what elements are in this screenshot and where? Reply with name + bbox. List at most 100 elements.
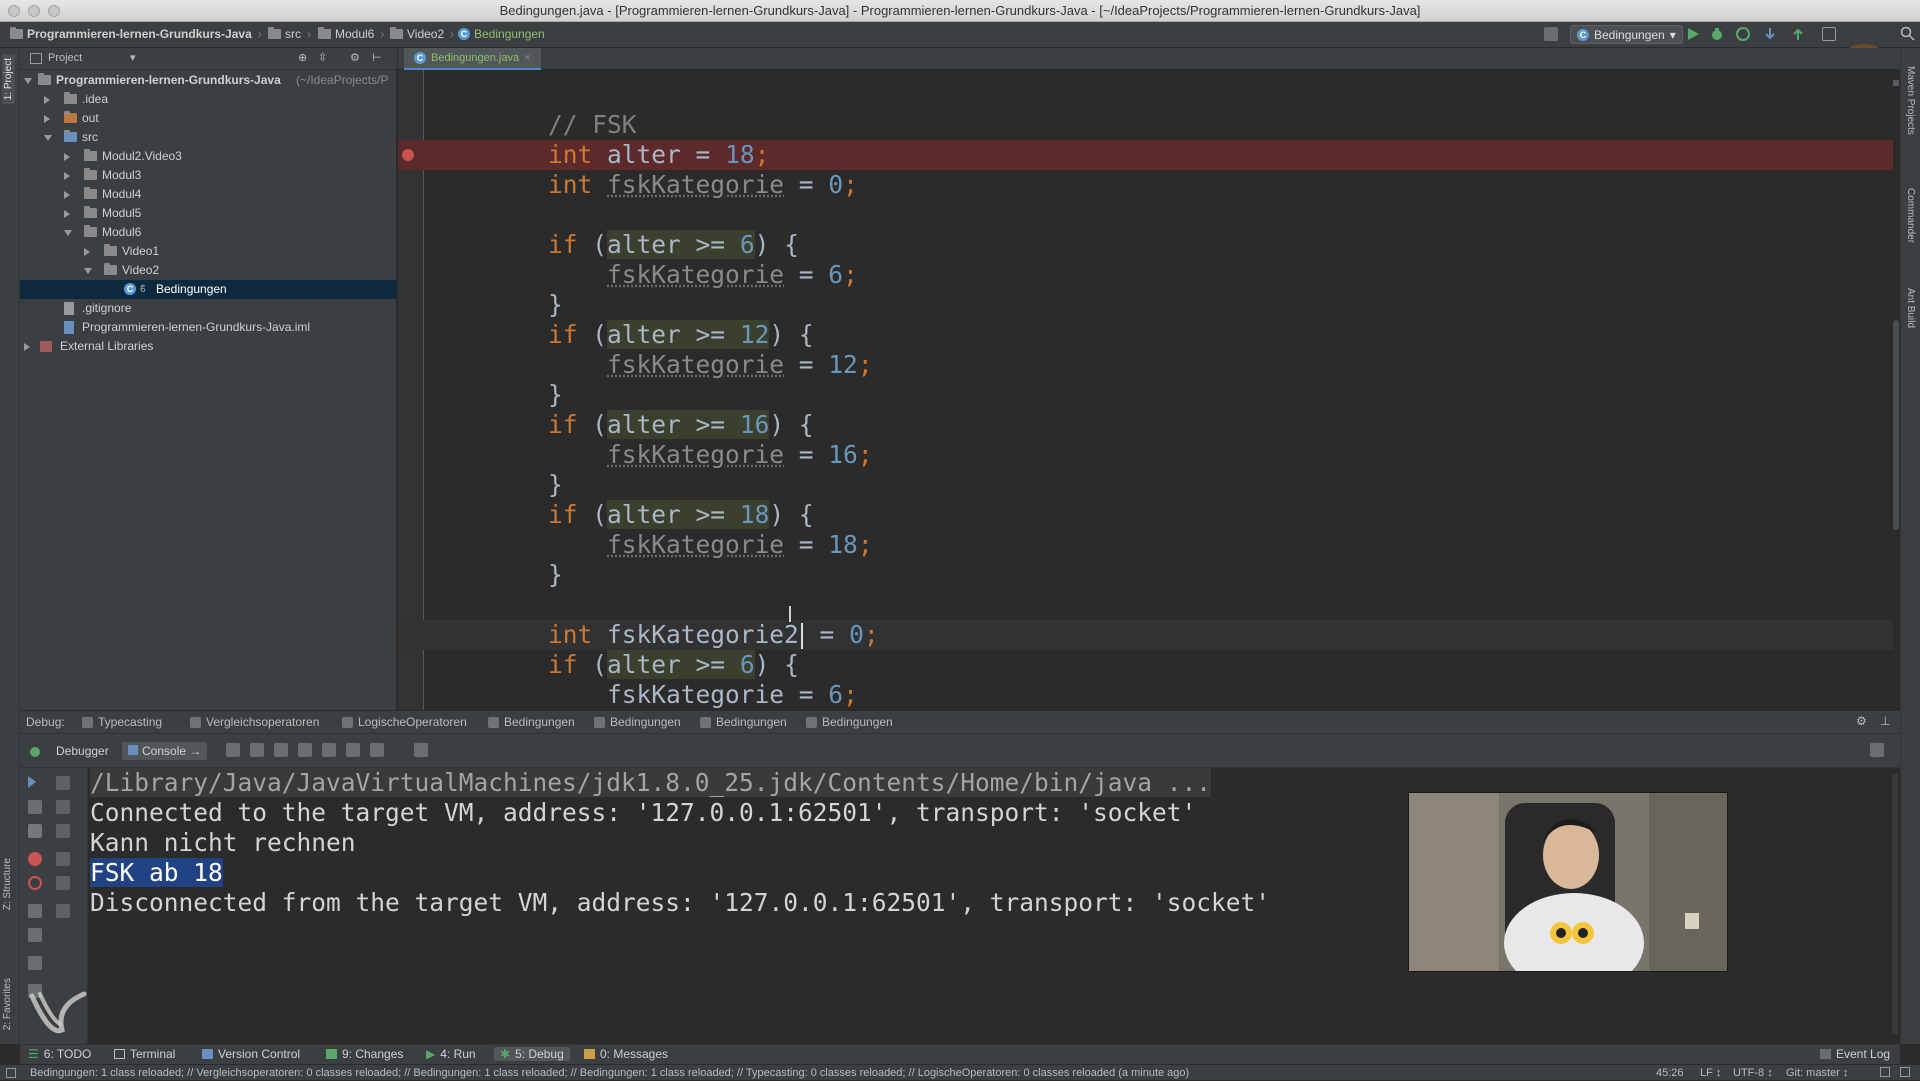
resume-icon[interactable]: [28, 776, 36, 788]
restore-layout-icon[interactable]: [1870, 743, 1884, 757]
chevron-down-icon[interactable]: ▾: [130, 51, 136, 64]
print-icon[interactable]: [56, 876, 70, 890]
breadcrumb-bedingungen[interactable]: C Bedingungen: [458, 27, 545, 41]
tree-item-modul2-video3[interactable]: Modul2.Video3: [20, 147, 397, 166]
breakpoint-icon[interactable]: [402, 149, 414, 161]
pin-icon[interactable]: [28, 956, 42, 970]
search-icon[interactable]: [1900, 26, 1916, 42]
project-view-selector[interactable]: Project: [48, 52, 82, 64]
view-breakpoints-icon[interactable]: [28, 852, 42, 866]
run-configuration-dropdown[interactable]: C Bedingungen ▾: [1570, 25, 1683, 44]
run-icon[interactable]: [1685, 26, 1701, 42]
settings-icon[interactable]: [28, 928, 42, 942]
tab-favorites-tool[interactable]: 2: Favorites: [2, 978, 13, 1030]
status-message[interactable]: Bedingungen: 1 class reloaded; // Vergle…: [30, 1065, 1189, 1081]
debug-tab-bedingungen-3[interactable]: Bedingungen: [700, 715, 787, 729]
tool-changes[interactable]: 9: Changes: [326, 1047, 403, 1061]
tab-maven-projects[interactable]: Maven Projects: [1905, 66, 1916, 135]
tab-debugger[interactable]: Debugger: [50, 742, 115, 760]
tab-project-tool[interactable]: 1: Project: [2, 54, 15, 105]
debug-tab-typecasting[interactable]: Typecasting: [82, 715, 162, 729]
tree-item-video2[interactable]: Video2: [20, 261, 397, 280]
inspector-icon[interactable]: [1900, 1067, 1910, 1077]
tree-item-modul3[interactable]: Modul3: [20, 166, 397, 185]
down-icon[interactable]: [56, 800, 70, 814]
tree-item-idea[interactable]: .idea: [20, 90, 397, 109]
maximize-window-button[interactable]: [48, 5, 60, 17]
tree-item-video1[interactable]: Video1: [20, 242, 397, 261]
scroll-to-end-icon[interactable]: [56, 852, 70, 866]
collapse-icon[interactable]: ⇳: [318, 51, 327, 64]
breadcrumb-src[interactable]: src ›: [268, 27, 311, 41]
step-into-icon[interactable]: [274, 743, 288, 757]
tab-ant-build[interactable]: Ant Build: [1905, 288, 1916, 328]
caret-position[interactable]: 45:26: [1656, 1065, 1684, 1081]
tree-item-modul5[interactable]: Modul5: [20, 204, 397, 223]
stop-icon[interactable]: [28, 824, 42, 838]
gear-icon[interactable]: ⚙: [1856, 714, 1867, 728]
tool-terminal[interactable]: Terminal: [114, 1047, 175, 1061]
vcs-commit-icon[interactable]: [1790, 26, 1806, 42]
breadcrumb-modul6[interactable]: Modul6 ›: [318, 27, 384, 41]
tab-structure-tool[interactable]: Z: Structure: [2, 858, 13, 910]
tab-console[interactable]: Console →: [122, 742, 208, 760]
debug-tab-vergleichsoperatoren[interactable]: Vergleichsoperatoren: [190, 715, 319, 729]
show-execution-point-icon[interactable]: [226, 743, 240, 757]
tool-event-log[interactable]: Event Log: [1820, 1047, 1890, 1061]
tab-bedingungen-java[interactable]: C Bedingungen.java ×: [404, 48, 541, 70]
tree-item-modul6[interactable]: Modul6: [20, 223, 397, 242]
clear-all-icon[interactable]: [56, 904, 70, 918]
editor-vertical-scrollbar[interactable]: [1893, 320, 1899, 530]
debug-tab-logischeoperatoren[interactable]: LogischeOperatoren: [342, 715, 467, 729]
tree-item-out[interactable]: out: [20, 109, 397, 128]
run-to-cursor-icon[interactable]: [370, 743, 384, 757]
debug-tab-bedingungen-4[interactable]: Bedingungen: [806, 715, 893, 729]
locate-icon[interactable]: ⊕: [298, 51, 307, 64]
tool-version-control[interactable]: Version Control: [202, 1047, 300, 1061]
hide-panel-icon[interactable]: ⊥: [1880, 714, 1890, 728]
tree-item-bedingungen[interactable]: C ϐ Bedingungen: [20, 280, 397, 299]
tree-item-modul4[interactable]: Modul4: [20, 185, 397, 204]
hide-panel-icon[interactable]: ⊢: [372, 51, 382, 64]
code-editor[interactable]: // FSK int alter = 18; int fskKategorie …: [398, 70, 1900, 710]
line-separator[interactable]: LF ↕: [1700, 1065, 1721, 1081]
breadcrumb-project[interactable]: Programmieren-lernen-Grundkurs-Java ›: [10, 27, 262, 41]
soft-wrap-icon[interactable]: [56, 824, 70, 838]
vcs-update-icon[interactable]: [1762, 26, 1778, 42]
up-icon[interactable]: [56, 776, 70, 790]
drop-frame-icon[interactable]: [346, 743, 360, 757]
close-icon[interactable]: ×: [524, 52, 530, 64]
tree-item-project-root[interactable]: Programmieren-lernen-Grundkurs-Java (~/I…: [20, 71, 397, 90]
evaluate-expression-icon[interactable]: [414, 743, 428, 757]
tool-windows-icon[interactable]: [6, 1068, 16, 1078]
step-out-icon[interactable]: [322, 743, 336, 757]
pause-icon[interactable]: [28, 800, 42, 814]
rerun-debug-icon[interactable]: [28, 744, 42, 758]
tree-item-src[interactable]: src: [20, 128, 397, 147]
lock-icon[interactable]: [1880, 1067, 1890, 1077]
tool-todo[interactable]: ☰ 6: TODO: [28, 1047, 91, 1061]
close-window-button[interactable]: [8, 5, 20, 17]
gear-icon[interactable]: ⚙: [350, 51, 360, 64]
structure-icon[interactable]: [1544, 27, 1558, 41]
tool-debug[interactable]: ✱ 5: Debug: [494, 1047, 570, 1061]
get-thread-dump-icon[interactable]: [28, 904, 42, 918]
file-encoding[interactable]: UTF-8 ↕: [1733, 1065, 1773, 1081]
git-branch[interactable]: Git: master ↕: [1786, 1065, 1848, 1081]
tree-item-iml[interactable]: Programmieren-lernen-Grundkurs-Java.iml: [20, 318, 397, 337]
tool-messages[interactable]: 0: Messages: [584, 1047, 668, 1061]
breadcrumb-video2[interactable]: Video2 ›: [390, 27, 454, 41]
tree-item-gitignore[interactable]: .gitignore: [20, 299, 397, 318]
tree-item-external-libraries[interactable]: External Libraries: [20, 337, 397, 356]
step-over-icon[interactable]: [250, 743, 264, 757]
console-vertical-scrollbar[interactable]: [1892, 774, 1898, 1034]
tab-commander[interactable]: Commander: [1905, 188, 1916, 243]
debug-tab-bedingungen-2[interactable]: Bedingungen: [594, 715, 681, 729]
debug-tab-bedingungen-1[interactable]: Bedingungen: [488, 715, 575, 729]
minimize-window-button[interactable]: [28, 5, 40, 17]
mute-breakpoints-icon[interactable]: [28, 876, 42, 890]
debug-icon[interactable]: [1709, 26, 1725, 42]
force-step-into-icon[interactable]: [298, 743, 312, 757]
tool-run[interactable]: ▶ 4: Run: [426, 1047, 476, 1061]
coverage-icon[interactable]: [1735, 26, 1751, 42]
